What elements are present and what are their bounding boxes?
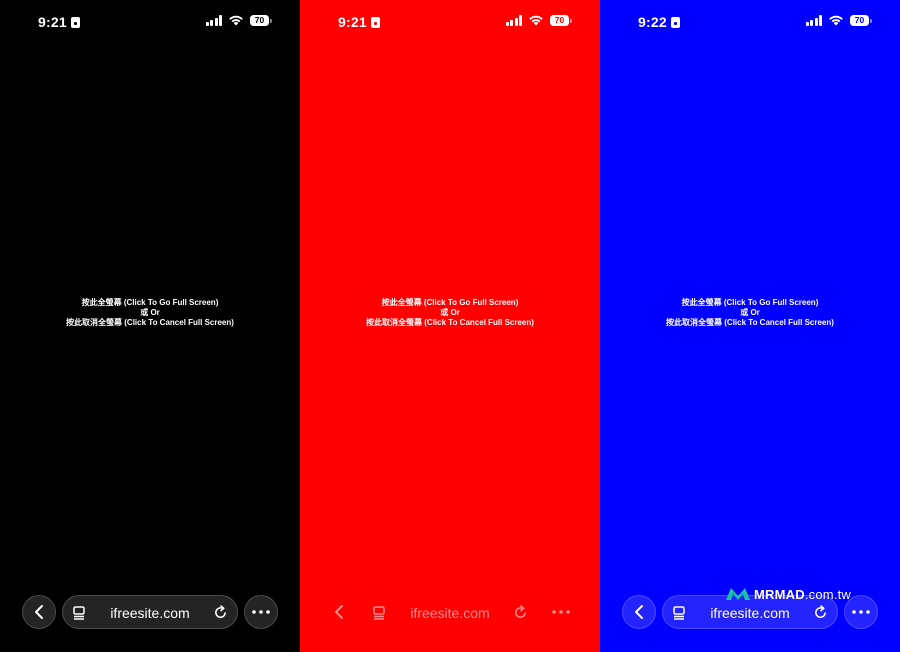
status-right: 70: [205, 15, 272, 26]
more-icon: [852, 610, 870, 614]
sim-icon: [70, 16, 80, 28]
watermark-suffix: .com.tw: [804, 586, 852, 602]
message-line-3[interactable]: 按此取消全螢幕 (Click To Cancel Full Screen): [600, 318, 900, 328]
phone-screen-red: 9:21 70 按此全螢幕 (Click To Go Full Screen) …: [300, 0, 600, 652]
status-time: 9:21: [338, 14, 380, 30]
browser-toolbar: ifreesite.com: [0, 595, 300, 629]
url-text[interactable]: ifreesite.com: [663, 605, 837, 621]
phone-screen-black: 9:21 70 按此全螢幕 (Click To Go Full Screen) …: [0, 0, 300, 652]
mrmad-logo-icon: [726, 588, 750, 600]
back-icon: [35, 605, 43, 619]
battery-icon: 70: [250, 15, 272, 26]
message-line-1[interactable]: 按此全螢幕 (Click To Go Full Screen): [600, 298, 900, 308]
message-line-1[interactable]: 按此全螢幕 (Click To Go Full Screen): [0, 298, 300, 308]
address-bar[interactable]: ifreesite.com: [62, 595, 238, 629]
reload-icon[interactable]: [813, 605, 828, 620]
message-line-3[interactable]: 按此取消全螢幕 (Click To Cancel Full Screen): [0, 318, 300, 328]
watermark-text: MRMAD.com.tw: [754, 587, 851, 602]
phone-screen-blue: 9:22 70 按此全螢幕 (Click To Go Full Screen) …: [600, 0, 900, 652]
more-button[interactable]: [244, 595, 278, 629]
signal-icon: [805, 15, 822, 26]
status-right: 70: [805, 15, 872, 26]
url-text[interactable]: ifreesite.com: [63, 605, 237, 621]
wifi-icon: [528, 15, 544, 26]
sim-icon: [370, 16, 380, 28]
status-bar: 9:22 70: [600, 12, 900, 32]
watermark: MRMAD.com.tw: [725, 586, 851, 602]
status-right: 70: [505, 15, 572, 26]
battery-level: 70: [250, 15, 269, 26]
fullscreen-message[interactable]: 按此全螢幕 (Click To Go Full Screen) 或 Or 按此取…: [300, 298, 600, 328]
browser-toolbar: ifreesite.com: [300, 595, 600, 629]
battery-icon: 70: [850, 15, 872, 26]
more-icon: [252, 610, 270, 614]
watermark-brand: MRMAD: [754, 586, 805, 602]
reload-icon[interactable]: [213, 605, 228, 620]
url-text[interactable]: ifreesite.com: [363, 605, 537, 621]
wifi-icon: [828, 15, 844, 26]
battery-level: 70: [550, 15, 569, 26]
message-line-2: 或 Or: [140, 308, 160, 317]
fullscreen-message[interactable]: 按此全螢幕 (Click To Go Full Screen) 或 Or 按此取…: [600, 298, 900, 328]
back-button[interactable]: [322, 595, 356, 629]
sim-icon: [670, 16, 680, 28]
status-time: 9:21: [38, 14, 80, 30]
more-icon: [552, 610, 570, 614]
battery-icon: 70: [550, 15, 572, 26]
message-line-2: 或 Or: [440, 308, 460, 317]
more-button[interactable]: [544, 595, 578, 629]
back-button[interactable]: [622, 595, 656, 629]
back-button[interactable]: [22, 595, 56, 629]
wifi-icon: [228, 15, 244, 26]
screenshot-collage: 9:21 70 按此全螢幕 (Click To Go Full Screen) …: [0, 0, 900, 652]
message-line-3[interactable]: 按此取消全螢幕 (Click To Cancel Full Screen): [300, 318, 600, 328]
fullscreen-message[interactable]: 按此全螢幕 (Click To Go Full Screen) 或 Or 按此取…: [0, 298, 300, 328]
message-line-2: 或 Or: [740, 308, 760, 317]
status-bar: 9:21 70: [0, 12, 300, 32]
signal-icon: [505, 15, 522, 26]
status-bar: 9:21 70: [300, 12, 600, 32]
battery-level: 70: [850, 15, 869, 26]
status-time: 9:22: [638, 14, 680, 30]
status-time-text: 9:21: [38, 14, 67, 30]
address-bar[interactable]: ifreesite.com: [362, 595, 538, 629]
signal-icon: [205, 15, 222, 26]
message-line-1[interactable]: 按此全螢幕 (Click To Go Full Screen): [300, 298, 600, 308]
back-icon: [335, 605, 343, 619]
back-icon: [635, 605, 643, 619]
reload-icon[interactable]: [513, 605, 528, 620]
status-time-text: 9:21: [338, 14, 367, 30]
status-time-text: 9:22: [638, 14, 667, 30]
